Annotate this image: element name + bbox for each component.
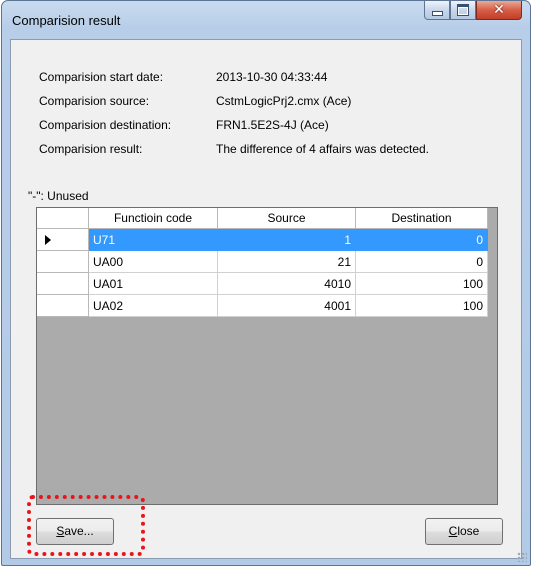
row-header[interactable] bbox=[37, 295, 89, 317]
info-value: FRN1.5E2S-4J (Ace) bbox=[216, 118, 329, 132]
comparison-result-window: Comparision result ✕ Comparision start d… bbox=[1, 0, 531, 566]
row-pointer-icon bbox=[45, 235, 51, 245]
close-window-button[interactable]: ✕ bbox=[476, 1, 522, 20]
unused-legend: "-": Unused bbox=[28, 189, 89, 203]
row-header[interactable] bbox=[37, 229, 89, 251]
resize-grip[interactable] bbox=[517, 552, 527, 562]
minimize-button[interactable] bbox=[424, 1, 450, 20]
info-label: Comparision start date: bbox=[39, 70, 164, 84]
column-header-source[interactable]: Source bbox=[218, 208, 356, 229]
cell-source[interactable]: 4010 bbox=[218, 273, 356, 295]
title-bar[interactable]: Comparision result ✕ bbox=[2, 1, 530, 39]
grid-corner-header[interactable] bbox=[37, 208, 89, 229]
row-header[interactable] bbox=[37, 273, 89, 295]
cell-source[interactable]: 1 bbox=[218, 229, 356, 251]
info-label: Comparision destination: bbox=[39, 118, 172, 132]
column-header-code[interactable]: Functioin code bbox=[89, 208, 218, 229]
cell-code[interactable]: UA02 bbox=[89, 295, 218, 317]
minimize-icon bbox=[431, 10, 443, 16]
save-button[interactable]: Save... bbox=[36, 518, 114, 545]
cell-destination[interactable]: 100 bbox=[356, 295, 488, 317]
close-icon: ✕ bbox=[493, 2, 505, 18]
dialog-body: Comparision start date: 2013-10-30 04:33… bbox=[10, 39, 522, 559]
cell-destination[interactable]: 0 bbox=[356, 229, 488, 251]
cell-code[interactable]: UA01 bbox=[89, 273, 218, 295]
cell-source[interactable]: 4001 bbox=[218, 295, 356, 317]
cell-code[interactable]: U71 bbox=[89, 229, 218, 251]
comparison-grid[interactable]: Functioin code Source Destination U71 1 … bbox=[36, 207, 498, 505]
window-controls: ✕ bbox=[424, 1, 522, 20]
maximize-button[interactable] bbox=[450, 1, 476, 20]
save-label: ave... bbox=[64, 524, 94, 538]
column-header-destination[interactable]: Destination bbox=[356, 208, 488, 229]
close-button[interactable]: Close bbox=[425, 518, 503, 545]
info-label: Comparision source: bbox=[39, 94, 150, 108]
window-title: Comparision result bbox=[12, 13, 121, 28]
cell-code[interactable]: UA00 bbox=[89, 251, 218, 273]
info-value: CstmLogicPrj2.cmx (Ace) bbox=[216, 94, 352, 108]
row-header[interactable] bbox=[37, 251, 89, 273]
cell-destination[interactable]: 0 bbox=[356, 251, 488, 273]
close-label: lose bbox=[457, 524, 480, 538]
cell-destination[interactable]: 100 bbox=[356, 273, 488, 295]
info-value: The difference of 4 affairs was detected… bbox=[216, 142, 430, 156]
maximize-icon bbox=[457, 4, 469, 16]
info-label: Comparision result: bbox=[39, 142, 143, 156]
info-value: 2013-10-30 04:33:44 bbox=[216, 70, 328, 84]
cell-source[interactable]: 21 bbox=[218, 251, 356, 273]
